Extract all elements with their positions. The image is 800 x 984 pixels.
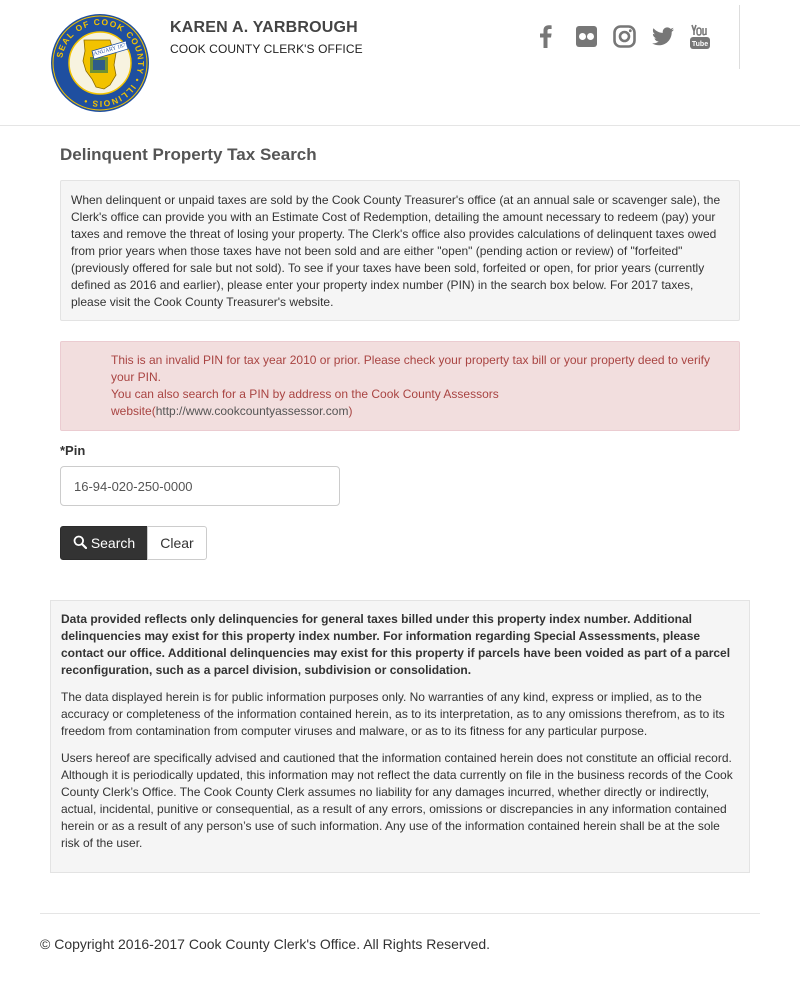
search-icon [73, 535, 87, 552]
page-title: Delinquent Property Tax Search [60, 145, 317, 164]
disclaimer-well: Data provided reflects only delinquencie… [50, 600, 750, 873]
search-button-label: Search [90, 535, 136, 551]
footer-divider [40, 913, 760, 914]
alert-hint-suffix: ) [348, 404, 353, 418]
assessor-website-link[interactable]: http://www.cookcountyassessor.com [156, 404, 349, 418]
copyright-text: © Copyright 2016-2017 Cook County Clerk'… [40, 936, 491, 952]
county-seal-logo[interactable]: SEAL OF COOK COUNTY • ILLINOIS • JANUARY… [50, 13, 150, 113]
alert-assessor-hint: You can also search for a PIN by address… [111, 386, 719, 420]
header-divider [739, 5, 740, 69]
disclaimer-bold-paragraph: Data provided reflects only delinquencie… [61, 612, 731, 677]
svg-text:Tube: Tube [692, 41, 708, 48]
pin-input[interactable] [60, 466, 340, 506]
instagram-icon[interactable] [613, 22, 636, 50]
intro-description: When delinquent or unpaid taxes are sold… [60, 180, 740, 321]
clear-button[interactable]: Clear [147, 526, 207, 560]
error-alert: This is an invalid PIN for tax year 2010… [60, 341, 740, 431]
office-name: COOK COUNTY CLERK'S OFFICE [170, 42, 363, 56]
search-button[interactable]: Search [60, 526, 148, 560]
twitter-icon[interactable] [652, 22, 674, 50]
disclaimer-paragraph-liability: Users hereof are specifically advised an… [61, 751, 733, 850]
site-header: SEAL OF COOK COUNTY • ILLINOIS • JANUARY… [0, 0, 800, 126]
disclaimer-paragraph-warranty: The data displayed herein is for public … [61, 690, 725, 738]
alert-invalid-pin-message: This is an invalid PIN for tax year 2010… [111, 353, 710, 384]
youtube-icon[interactable]: Tube [690, 22, 710, 50]
facebook-icon[interactable] [538, 22, 552, 50]
pin-label: *Pin [60, 443, 86, 458]
official-name: KAREN A. YARBROUGH [170, 19, 358, 36]
flickr-icon[interactable] [576, 22, 597, 50]
